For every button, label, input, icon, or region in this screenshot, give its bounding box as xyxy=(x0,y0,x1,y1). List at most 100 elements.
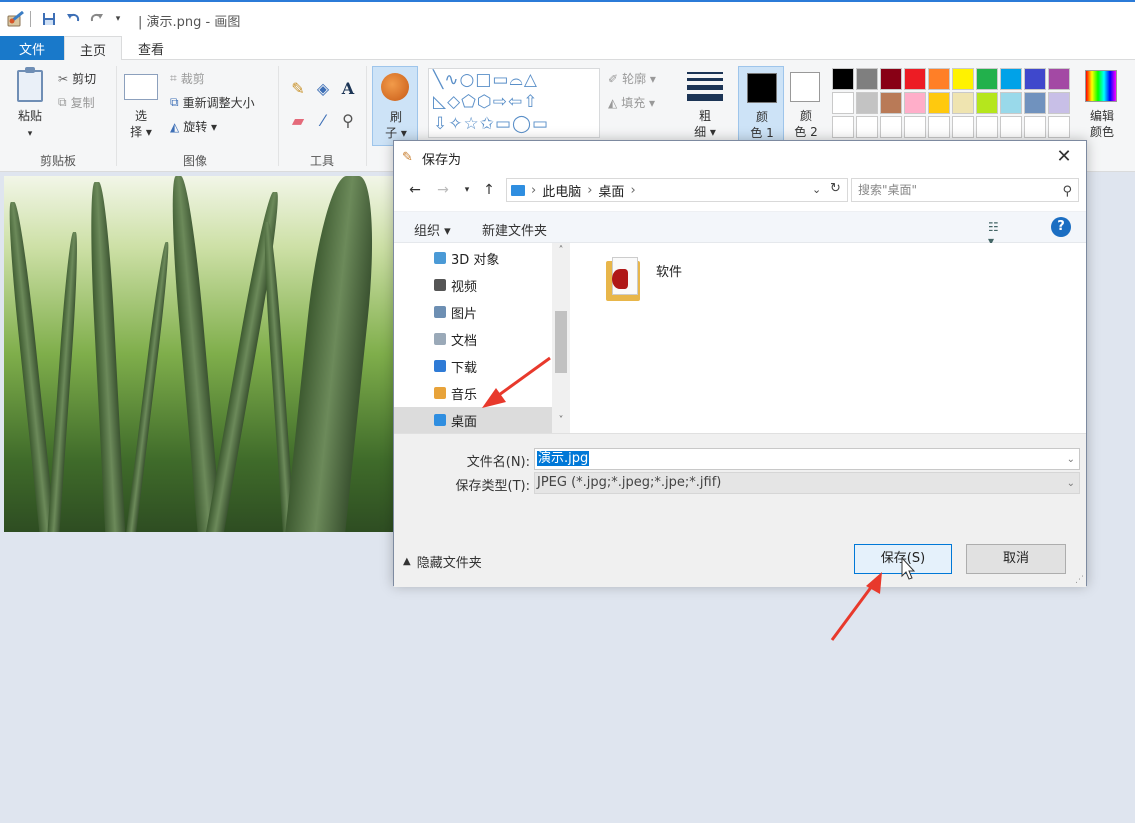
address-dropdown-icon[interactable]: ⌄ xyxy=(812,183,821,196)
nav-item[interactable]: 下载 xyxy=(394,353,552,379)
palette-swatch-empty[interactable] xyxy=(976,116,998,138)
paste-button[interactable]: 粘贴 ▾ xyxy=(14,108,46,142)
hide-folders-toggle[interactable]: ▲ 隐藏文件夹 xyxy=(403,552,482,571)
palette-swatch-empty[interactable] xyxy=(904,116,926,138)
rotate-button[interactable]: ◭ 旋转 ▾ xyxy=(170,118,217,135)
filename-dropdown-icon[interactable]: ⌄ xyxy=(1067,450,1075,470)
save-button[interactable]: 保存(S) xyxy=(854,544,952,574)
palette-swatch[interactable] xyxy=(1024,92,1046,114)
undo-icon[interactable] xyxy=(64,10,82,28)
palette-swatch[interactable] xyxy=(928,68,950,90)
palette-swatch[interactable] xyxy=(880,92,902,114)
palette-swatch[interactable] xyxy=(856,68,878,90)
nav-scrollbar[interactable]: ˄ ˅ xyxy=(552,243,570,433)
palette-swatch[interactable] xyxy=(832,92,854,114)
nav-item[interactable]: 视频 xyxy=(394,272,552,298)
copy-button[interactable]: ⧉ 复制 xyxy=(58,94,95,111)
select-icon[interactable] xyxy=(124,74,158,100)
outline-button[interactable]: ✐ 轮廓 ▾ xyxy=(608,70,656,87)
text-tool-icon[interactable]: A xyxy=(338,78,358,98)
edit-colors-icon[interactable] xyxy=(1085,70,1117,102)
folder-icon[interactable] xyxy=(606,257,640,301)
palette-swatch-empty[interactable] xyxy=(952,116,974,138)
paste-icon[interactable] xyxy=(17,67,43,102)
palette-swatch[interactable] xyxy=(952,68,974,90)
palette-swatch[interactable] xyxy=(1048,92,1070,114)
close-icon[interactable]: ✕ xyxy=(1052,146,1076,168)
crop-button[interactable]: ⌗ 裁剪 xyxy=(170,70,205,87)
new-folder-button[interactable]: 新建文件夹 xyxy=(482,220,547,239)
tab-file[interactable]: 文件 xyxy=(0,36,64,60)
redo-icon[interactable] xyxy=(88,10,106,28)
palette-swatch[interactable] xyxy=(1024,68,1046,90)
color-picker-icon[interactable]: ⁄ xyxy=(313,110,333,130)
palette-swatch[interactable] xyxy=(952,92,974,114)
select-button[interactable]: 选 择 ▾ xyxy=(126,108,156,140)
help-icon[interactable]: ? xyxy=(1051,217,1071,237)
up-arrow-icon[interactable]: ↑ xyxy=(480,180,498,200)
palette-swatch[interactable] xyxy=(1000,92,1022,114)
edit-colors-button[interactable]: 编辑 颜色 xyxy=(1080,108,1124,140)
palette-swatch-empty[interactable] xyxy=(856,116,878,138)
size-icon[interactable] xyxy=(687,72,723,105)
organize-button[interactable]: 组织 ▾ xyxy=(414,220,451,239)
eraser-icon[interactable]: ▰ xyxy=(288,110,308,130)
palette-swatch[interactable] xyxy=(928,92,950,114)
breadcrumb-desktop[interactable]: 桌面 xyxy=(598,181,624,200)
palette-swatch-empty[interactable] xyxy=(928,116,950,138)
fill-bucket-icon[interactable]: ◈ xyxy=(313,78,333,98)
nav-item[interactable]: 图片 xyxy=(394,299,552,325)
color2-button[interactable]: 颜 色 2 xyxy=(790,108,822,140)
recent-locations-dropdown-icon[interactable]: ▾ xyxy=(458,180,476,200)
palette-swatch-empty[interactable] xyxy=(1048,116,1070,138)
forward-arrow-icon[interactable]: → xyxy=(434,180,452,200)
palette-swatch-empty[interactable] xyxy=(1000,116,1022,138)
folder-item-label[interactable]: 软件 xyxy=(656,261,682,280)
pencil-icon[interactable]: ✎ xyxy=(288,78,308,98)
magnifier-icon[interactable]: ⚲ xyxy=(338,110,358,130)
size-button[interactable]: 粗 细 ▾ xyxy=(688,108,722,140)
palette-swatch[interactable] xyxy=(904,68,926,90)
nav-item[interactable]: 音乐 xyxy=(394,380,552,406)
tab-view[interactable]: 查看 xyxy=(124,36,178,60)
scroll-down-icon[interactable]: ˅ xyxy=(552,415,570,431)
palette-swatch[interactable] xyxy=(1000,68,1022,90)
breadcrumb-this-pc[interactable]: 此电脑 xyxy=(542,181,581,200)
filename-input[interactable]: 演示.jpg ⌄ xyxy=(534,448,1080,470)
palette-swatch[interactable] xyxy=(856,92,878,114)
fill-button[interactable]: ◭ 填充 ▾ xyxy=(608,94,655,111)
tab-home[interactable]: 主页 xyxy=(64,36,122,61)
cancel-button[interactable]: 取消 xyxy=(966,544,1066,574)
nav-item[interactable]: 3D 对象 xyxy=(394,245,552,271)
scroll-up-icon[interactable]: ˄ xyxy=(552,245,570,261)
resize-grip-icon[interactable]: ⋰ xyxy=(1075,575,1084,585)
search-input[interactable]: 搜索"桌面" ⚲ xyxy=(851,178,1079,202)
palette-swatch[interactable] xyxy=(904,92,926,114)
scroll-thumb[interactable] xyxy=(555,311,567,373)
nav-item[interactable]: 文档 xyxy=(394,326,552,352)
palette-swatch[interactable] xyxy=(976,92,998,114)
filetype-dropdown-icon[interactable]: ⌄ xyxy=(1067,474,1075,494)
canvas-image[interactable] xyxy=(4,176,396,532)
palette-swatch[interactable] xyxy=(832,68,854,90)
view-options-icon[interactable]: ☷ ▾ xyxy=(988,220,1004,248)
palette-swatch-empty[interactable] xyxy=(880,116,902,138)
nav-item[interactable]: 桌面 xyxy=(394,407,552,433)
resize-button[interactable]: ⧉ 重新调整大小 xyxy=(170,94,255,111)
save-icon[interactable] xyxy=(40,10,58,28)
brushes-button[interactable]: 刷 子 ▾ xyxy=(372,66,418,146)
cut-button[interactable]: ✂ 剪切 xyxy=(58,70,96,87)
shapes-gallery[interactable]: ╲∿○□▭⌓△ ◺◇⬠⬡⇨⇦⇧ ⇩✧☆✩▭◯▭ xyxy=(428,68,600,138)
color2-swatch[interactable] xyxy=(790,72,820,102)
color1-button[interactable]: 颜 色 1 xyxy=(738,66,784,146)
palette-swatch[interactable] xyxy=(1048,68,1070,90)
palette-swatch[interactable] xyxy=(880,68,902,90)
address-bar[interactable]: › 此电脑 › 桌面 › xyxy=(506,178,848,202)
filetype-select[interactable]: JPEG (*.jpg;*.jpeg;*.jpe;*.jfif) ⌄ xyxy=(534,472,1080,494)
palette-swatch[interactable] xyxy=(976,68,998,90)
palette-swatch-empty[interactable] xyxy=(1024,116,1046,138)
customize-dropdown-icon[interactable]: ▾ xyxy=(112,10,124,28)
refresh-icon[interactable]: ↻ xyxy=(830,181,841,196)
back-arrow-icon[interactable]: ← xyxy=(406,180,424,200)
palette-swatch-empty[interactable] xyxy=(832,116,854,138)
